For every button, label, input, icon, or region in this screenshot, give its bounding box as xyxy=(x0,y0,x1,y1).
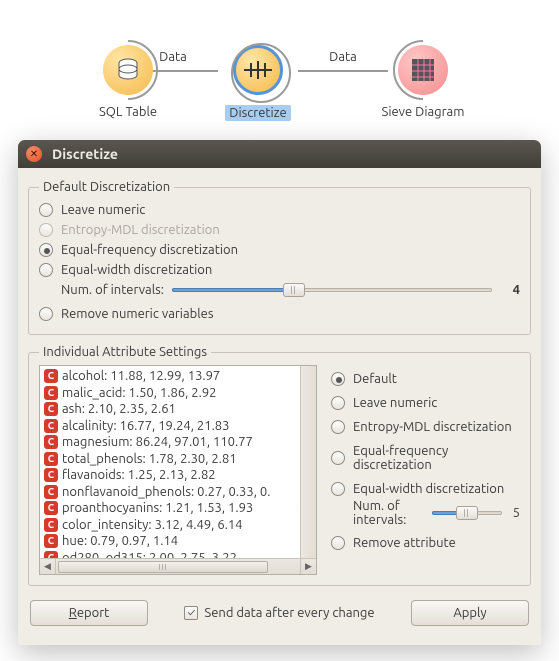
titlebar[interactable]: ✕ Discretize xyxy=(18,140,541,168)
side-intervals-value: 5 xyxy=(510,506,520,520)
list-item[interactable]: Cmalic_acid: 1.50, 1.86, 2.92 xyxy=(44,385,316,402)
node-discretize[interactable]: Discretize xyxy=(218,45,298,121)
group-default-discretization: Default Discretization Leave numeric Ent… xyxy=(28,180,531,335)
continuous-icon: C xyxy=(44,386,58,400)
radio-leave-numeric[interactable]: Leave numeric xyxy=(39,200,520,220)
num-intervals-label: Num. of intervals: xyxy=(61,283,164,297)
node-label: Discretize xyxy=(225,105,290,121)
list-item[interactable]: Cflavanoids: 1.25, 2.13, 2.82 xyxy=(44,467,316,484)
radio-equal-width[interactable]: Equal-width discretization xyxy=(39,260,520,280)
attribute-listbox[interactable]: Calcohol: 11.88, 12.99, 13.97Cmalic_acid… xyxy=(39,365,317,575)
side-intervals-slider[interactable] xyxy=(432,505,502,521)
radio-side-eqfreq[interactable]: Equal-frequency discretization xyxy=(331,439,520,477)
scrollbar-horizontal[interactable]: ◀ ▶ xyxy=(40,558,316,574)
report-button[interactable]: Report xyxy=(30,600,148,626)
continuous-icon: C xyxy=(44,402,58,416)
list-item[interactable]: Chue: 0.79, 0.97, 1.14 xyxy=(44,533,316,550)
radio-side-default[interactable]: Default xyxy=(331,367,520,391)
list-item[interactable]: Ccolor_intensity: 3.12, 4.49, 6.14 xyxy=(44,517,316,534)
continuous-icon: C xyxy=(44,485,58,499)
continuous-icon: C xyxy=(44,518,58,532)
list-item[interactable]: Cproanthocyanins: 1.21, 1.53, 1.93 xyxy=(44,500,316,517)
list-item[interactable]: Cod280_od315: 2.00, 2.75, 3.22 xyxy=(44,550,316,559)
continuous-icon: C xyxy=(44,468,58,482)
list-item[interactable]: Cmagnesium: 86.24, 97.01, 110.77 xyxy=(44,434,316,451)
scroll-left-icon[interactable]: ◀ xyxy=(40,559,56,574)
num-intervals-slider[interactable] xyxy=(172,282,492,298)
num-intervals-value: 4 xyxy=(500,283,520,297)
autosend-checkbox[interactable]: Send data after every change xyxy=(158,606,401,620)
continuous-icon: C xyxy=(44,452,58,466)
continuous-icon: C xyxy=(44,501,58,515)
group-legend: Individual Attribute Settings xyxy=(39,345,211,359)
radio-side-entropy[interactable]: Entropy-MDL discretization xyxy=(331,415,520,439)
continuous-icon: C xyxy=(44,435,58,449)
close-icon[interactable]: ✕ xyxy=(26,146,42,162)
list-item[interactable]: Cnonflavanoid_phenols: 0.27, 0.33, 0. xyxy=(44,484,316,501)
edge-label: Data xyxy=(325,50,361,64)
continuous-icon: C xyxy=(44,534,58,548)
checkbox-icon xyxy=(184,606,198,620)
node-sieve-diagram[interactable]: Sieve Diagram xyxy=(368,45,478,119)
num-intervals-row: Num. of intervals: 4 xyxy=(39,282,520,298)
apply-button[interactable]: Apply xyxy=(411,600,529,626)
node-label: SQL Table xyxy=(78,105,178,119)
discretize-window: ✕ Discretize Default Discretization Leav… xyxy=(18,140,541,645)
radio-remove-numeric[interactable]: Remove numeric variables xyxy=(39,304,520,324)
side-intervals-label: Num. of intervals: xyxy=(353,499,424,527)
radio-side-eqwidth[interactable]: Equal-width discretization xyxy=(331,477,520,501)
workflow-canvas[interactable]: Data Data SQL Table Discretize xyxy=(0,0,559,140)
btn-rest: eport xyxy=(77,606,109,620)
radio-equal-frequency[interactable]: Equal-frequency discretization xyxy=(39,240,520,260)
list-item[interactable]: Calcalinity: 16.77, 19.24, 21.83 xyxy=(44,418,316,435)
group-individual-attributes: Individual Attribute Settings Calcohol: … xyxy=(28,345,531,586)
radio-side-leave[interactable]: Leave numeric xyxy=(331,391,520,415)
continuous-icon: C xyxy=(44,419,58,433)
list-item[interactable]: Calcohol: 11.88, 12.99, 13.97 xyxy=(44,368,316,385)
radio-side-remove[interactable]: Remove attribute xyxy=(331,531,520,555)
node-output-arc xyxy=(98,40,158,100)
list-item[interactable]: Cash: 2.10, 2.35, 2.61 xyxy=(44,401,316,418)
scroll-right-icon[interactable]: ▶ xyxy=(300,559,316,574)
scrollbar-vertical[interactable] xyxy=(300,366,316,558)
node-label: Sieve Diagram xyxy=(368,105,478,119)
list-item[interactable]: Ctotal_phenols: 1.78, 2.30, 2.81 xyxy=(44,451,316,468)
continuous-icon: C xyxy=(44,551,58,558)
group-legend: Default Discretization xyxy=(39,180,174,194)
continuous-icon: C xyxy=(44,369,58,383)
window-title: Discretize xyxy=(52,146,118,162)
node-sql-table[interactable]: SQL Table xyxy=(78,45,178,119)
radio-entropy-mdl: Entropy-MDL discretization xyxy=(39,220,520,240)
